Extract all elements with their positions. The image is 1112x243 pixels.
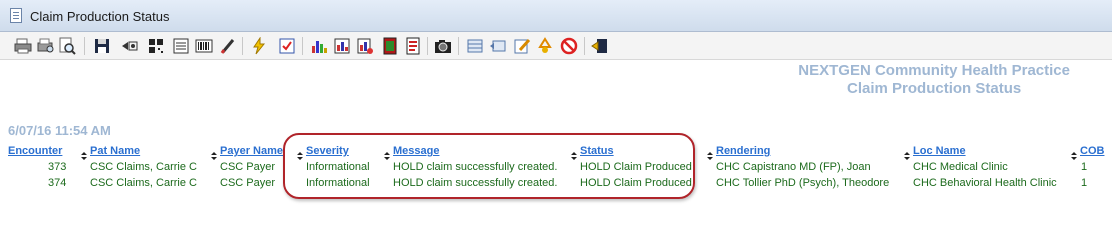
view-icon[interactable] [489, 37, 507, 55]
print-preview-icon[interactable] [37, 37, 55, 55]
app-window: Claim Production Status NEXTGEN Communit… [0, 0, 1112, 243]
column-header-loc-name[interactable]: Loc Name [913, 145, 966, 157]
column-header-rendering[interactable]: Rendering [716, 145, 770, 157]
sort-icon[interactable] [80, 148, 88, 160]
edit-icon[interactable] [513, 37, 531, 55]
column-header-cob[interactable]: COB [1080, 145, 1104, 157]
checklist-icon[interactable] [278, 37, 296, 55]
sort-icon[interactable] [1070, 148, 1078, 160]
stop-icon[interactable] [560, 37, 578, 55]
cell-loc-name: CHC Medical Clinic [913, 161, 1008, 173]
report-chart-2-icon[interactable] [356, 37, 374, 55]
barcode-icon[interactable] [195, 37, 213, 55]
cell-cob: 1 [1081, 177, 1088, 189]
cell-payer-name: CSC Payer [220, 161, 276, 173]
highlight-annotation [283, 133, 695, 199]
grid-icon[interactable] [466, 37, 484, 55]
sort-icon[interactable] [706, 148, 714, 160]
cell-pat-name: CSC Claims, Carrie C [90, 177, 197, 189]
toolbar [0, 32, 1112, 60]
recycle-icon[interactable] [536, 37, 554, 55]
column-header-payer-name[interactable]: Payer Name [220, 145, 283, 157]
document-icon [10, 8, 22, 23]
cell-rendering: CHC Capistrano MD (FP), Joan [716, 161, 871, 173]
report-heading: NEXTGEN Community Health Practice Claim … [798, 62, 1070, 98]
cell-loc-name: CHC Behavioral Health Clinic [913, 177, 1057, 189]
report-timestamp: 6/07/16 11:54 AM [8, 123, 111, 138]
cell-cob: 1 [1081, 161, 1088, 173]
title-bar: Claim Production Status [0, 0, 1112, 32]
cell-payer-name: CSC Payer [220, 177, 276, 189]
sort-icon[interactable] [903, 148, 911, 160]
cell-rendering: CHC Tollier PhD (Psych), Theodore [716, 177, 890, 189]
red-document-icon[interactable] [404, 37, 422, 55]
cell-encounter: 373 [48, 161, 67, 173]
camera-icon[interactable] [434, 37, 452, 55]
column-header-pat-name[interactable]: Pat Name [90, 145, 140, 157]
lightning-icon[interactable] [250, 37, 268, 55]
search-icon[interactable] [58, 37, 76, 55]
brush-icon[interactable] [219, 37, 237, 55]
practice-name: NEXTGEN Community Health Practice [798, 62, 1070, 79]
report-icon[interactable] [172, 37, 190, 55]
report-chart-icon[interactable] [333, 37, 351, 55]
export-window-icon[interactable] [591, 37, 609, 55]
save-icon[interactable] [93, 37, 111, 55]
window-title: Claim Production Status [30, 9, 170, 24]
export-icon[interactable] [120, 37, 138, 55]
red-book-icon[interactable] [381, 37, 399, 55]
report-title: Claim Production Status [847, 80, 1022, 97]
cell-pat-name: CSC Claims, Carrie C [90, 161, 197, 173]
column-header-encounter[interactable]: Encounter [8, 145, 62, 157]
sort-icon[interactable] [210, 148, 218, 160]
print-icon[interactable] [14, 37, 32, 55]
qr-icon[interactable] [147, 37, 165, 55]
cell-encounter: 374 [48, 177, 67, 189]
bar-chart-icon[interactable] [310, 37, 328, 55]
